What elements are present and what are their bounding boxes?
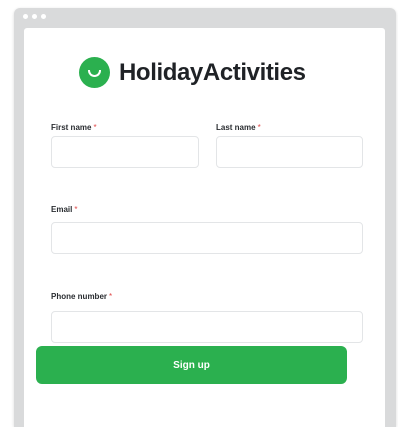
brand-header: HolidayActivities <box>79 57 306 88</box>
window-control-dot[interactable] <box>41 14 46 19</box>
email-field[interactable] <box>51 222 363 254</box>
phone-number-label: Phone number * <box>51 292 113 301</box>
first-name-field[interactable] <box>51 136 199 168</box>
last-name-field[interactable] <box>216 136 363 168</box>
window-control-dot[interactable] <box>32 14 37 19</box>
phone-number-field[interactable] <box>51 311 363 343</box>
first-name-label: First name * <box>51 123 97 132</box>
window-titlebar <box>14 8 396 28</box>
brand-name: HolidayActivities <box>119 58 306 86</box>
sign-up-button[interactable]: Sign up <box>36 346 347 384</box>
last-name-label: Last name * <box>216 123 261 132</box>
email-label: Email * <box>51 205 78 214</box>
smile-logo-icon <box>79 57 110 88</box>
window-control-dot[interactable] <box>23 14 28 19</box>
